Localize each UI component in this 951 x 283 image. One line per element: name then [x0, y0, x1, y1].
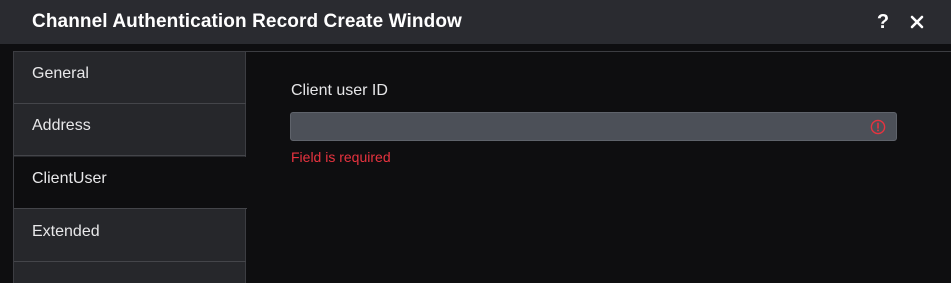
tab-general[interactable]: General: [14, 52, 246, 104]
title-actions: ?: [873, 0, 927, 44]
sidebar: General Address ClientUser Extended: [14, 52, 247, 283]
error-icon: [870, 119, 886, 135]
title-bar: Channel Authentication Record Create Win…: [0, 0, 951, 44]
tab-extended[interactable]: Extended: [14, 210, 246, 262]
client-user-id-input[interactable]: [291, 113, 896, 140]
close-button[interactable]: [907, 11, 927, 33]
close-icon: [910, 15, 924, 29]
tab-label: Extended: [32, 223, 100, 240]
tab-label: ClientUser: [32, 170, 107, 187]
create-window: Channel Authentication Record Create Win…: [0, 0, 951, 283]
tab-clientuser[interactable]: ClientUser: [14, 157, 247, 209]
client-user-id-field-wrapper: [290, 112, 897, 141]
window-title: Channel Authentication Record Create Win…: [32, 11, 462, 32]
tab-label: Address: [32, 117, 91, 134]
tab-address[interactable]: Address: [14, 104, 246, 156]
window-body: General Address ClientUser Extended Clie…: [13, 51, 951, 283]
tab-label: General: [32, 65, 89, 82]
help-button[interactable]: ?: [873, 11, 893, 33]
form-content: Client user ID Field is required: [246, 52, 951, 283]
client-user-id-label: Client user ID: [291, 82, 388, 99]
validation-error: Field is required: [291, 149, 391, 165]
